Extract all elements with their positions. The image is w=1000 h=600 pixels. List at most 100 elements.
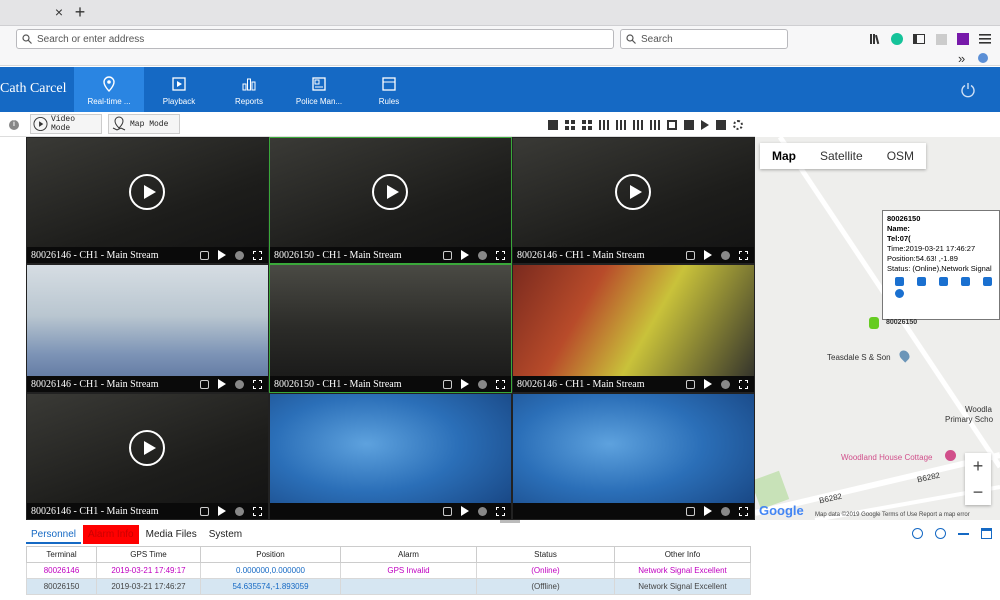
expand-icon[interactable]	[739, 250, 748, 260]
video-cell[interactable]	[512, 393, 755, 520]
map-mode-button[interactable]: Map Mode	[108, 114, 180, 134]
layout-9-icon[interactable]	[616, 120, 626, 130]
menu-icon[interactable]	[978, 32, 992, 46]
fullscreen-icon[interactable]	[667, 120, 677, 130]
intercom-icon[interactable]	[917, 277, 926, 286]
video-cell[interactable]: 80026146 - CH1 - Main Stream	[512, 137, 755, 264]
location-icon[interactable]	[939, 277, 948, 286]
mute-icon[interactable]	[721, 379, 730, 389]
play-icon[interactable]	[461, 506, 469, 516]
grammarly-icon[interactable]	[890, 32, 904, 46]
video-cell[interactable]: 80026150 - CH1 - Main Stream	[269, 264, 512, 393]
layout-4-icon[interactable]	[565, 120, 575, 130]
layout-6-icon[interactable]	[582, 120, 592, 130]
snapshot-icon[interactable]	[686, 250, 695, 260]
layout-16-icon[interactable]	[633, 120, 643, 130]
minimize-icon[interactable]	[958, 528, 969, 535]
address-input[interactable]	[37, 31, 609, 47]
table-row[interactable]: 80026150 2019-03-21 17:46:27 54.635574,-…	[26, 578, 751, 595]
mute-icon[interactable]	[235, 379, 244, 389]
snapshot-icon[interactable]	[443, 250, 452, 260]
expand-icon[interactable]	[739, 379, 748, 389]
history-icon[interactable]	[895, 289, 904, 298]
stop-all-icon[interactable]	[684, 120, 694, 130]
sidebar-icon[interactable]	[912, 32, 926, 46]
locate-icon[interactable]	[912, 528, 923, 539]
close-tab-icon[interactable]: ×	[52, 5, 66, 19]
play-overlay-icon[interactable]	[128, 173, 165, 210]
tab-alarm-info[interactable]: Alarm Info	[83, 525, 139, 544]
expand-icon[interactable]	[253, 250, 262, 260]
nav-rules[interactable]: Rules	[354, 67, 424, 112]
mute-icon[interactable]	[478, 506, 487, 516]
mute-icon[interactable]	[235, 506, 244, 516]
nav-realtime[interactable]: Real-time ...	[74, 67, 144, 112]
device-marker-icon[interactable]	[869, 317, 879, 329]
video-cell[interactable]: 80026146 - CH1 - Main Stream	[512, 264, 755, 393]
onenote-icon[interactable]	[956, 32, 970, 46]
expand-icon[interactable]	[253, 379, 262, 389]
play-icon[interactable]	[704, 506, 712, 516]
nav-reports[interactable]: Reports	[214, 67, 284, 112]
play-icon[interactable]	[704, 250, 712, 260]
info-icon[interactable]: i	[9, 120, 19, 130]
power-icon[interactable]	[960, 82, 976, 98]
mute-icon[interactable]	[235, 250, 244, 260]
tab-system[interactable]: System	[204, 525, 247, 544]
play-icon[interactable]	[218, 506, 226, 516]
tab-personnel[interactable]: Personnel	[26, 525, 82, 544]
play-icon[interactable]	[218, 250, 226, 260]
video-mode-button[interactable]: Video Mode	[30, 114, 102, 134]
address-bar[interactable]	[16, 29, 614, 49]
layout-1-icon[interactable]	[548, 120, 558, 130]
map-tab-osm[interactable]: OSM	[875, 143, 926, 169]
play-overlay-icon[interactable]	[614, 173, 651, 210]
map-tab-map[interactable]: Map	[760, 143, 808, 169]
snapshot-icon[interactable]	[686, 379, 695, 389]
play-icon[interactable]	[704, 379, 712, 389]
expand-icon[interactable]	[739, 506, 748, 516]
video-cell[interactable]: 80026146 - CH1 - Main Stream	[26, 264, 269, 393]
expand-icon[interactable]	[496, 379, 505, 389]
search-input[interactable]	[641, 31, 783, 47]
snapshot-icon[interactable]	[443, 379, 452, 389]
expand-icon[interactable]	[496, 250, 505, 260]
expand-icon[interactable]	[496, 506, 505, 516]
map-tab-satellite[interactable]: Satellite	[808, 143, 875, 169]
maximize-icon[interactable]	[981, 528, 992, 539]
locate-all-icon[interactable]	[935, 528, 946, 539]
layout-25-icon[interactable]	[650, 120, 660, 130]
play-overlay-icon[interactable]	[128, 429, 165, 466]
extension-icon[interactable]	[934, 32, 948, 46]
snapshot-icon[interactable]	[200, 506, 209, 516]
play-icon[interactable]	[218, 379, 226, 389]
table-row[interactable]: 80026146 2019-03-21 17:49:17 0.000000,0.…	[26, 562, 751, 579]
expand-icon[interactable]	[253, 506, 262, 516]
video-cell[interactable]	[269, 393, 512, 520]
zoom-out-button[interactable]: −	[965, 479, 991, 505]
mute-icon[interactable]	[721, 506, 730, 516]
snapshot-icon[interactable]	[686, 506, 695, 516]
new-tab-icon[interactable]: +	[72, 3, 88, 21]
overflow-chevron-icon[interactable]: »	[958, 51, 965, 66]
mute-icon[interactable]	[721, 250, 730, 260]
map-panel[interactable]: Map Satellite OSM 80026150 Name: Tel:07(…	[755, 137, 1000, 520]
globe-icon[interactable]	[978, 53, 988, 63]
snapshot-icon[interactable]	[200, 250, 209, 260]
tab-media-files[interactable]: Media Files	[141, 525, 202, 544]
play-icon[interactable]	[461, 250, 469, 260]
video-cell[interactable]: 80026146 - CH1 - Main Stream	[26, 393, 269, 520]
video-cell[interactable]: 80026150 - CH1 - Main Stream	[269, 137, 512, 264]
library-icon[interactable]	[868, 32, 882, 46]
play-overlay-icon[interactable]	[371, 173, 408, 210]
panel-resize-handle[interactable]	[500, 520, 520, 523]
play-icon[interactable]	[461, 379, 469, 389]
camera-icon[interactable]	[961, 277, 970, 286]
mute-icon[interactable]	[478, 250, 487, 260]
snapshot-icon[interactable]	[443, 506, 452, 516]
settings-gear-icon[interactable]	[733, 120, 743, 130]
play-all-icon[interactable]	[701, 120, 709, 130]
video-camera-icon[interactable]	[895, 277, 904, 286]
video-cell[interactable]: 80026146 - CH1 - Main Stream	[26, 137, 269, 264]
zoom-in-button[interactable]: +	[965, 453, 991, 479]
